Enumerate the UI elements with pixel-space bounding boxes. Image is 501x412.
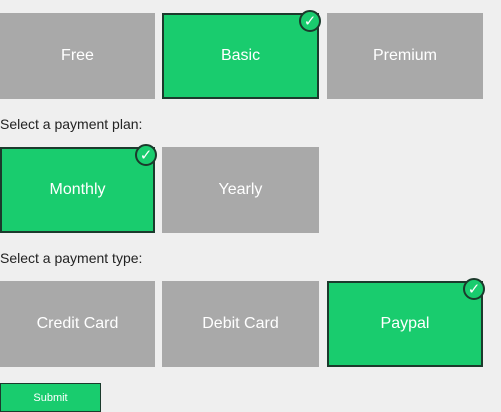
type-option-paypal[interactable]: Paypal xyxy=(327,281,483,367)
plan-option-yearly-label: Yearly xyxy=(218,181,263,198)
type-option-credit-card-label: Credit Card xyxy=(36,315,119,332)
type-option-paypal-label: Paypal xyxy=(380,315,430,332)
tier-option-free[interactable]: Free xyxy=(0,13,155,99)
check-icon: ✓ xyxy=(463,278,485,300)
tier-option-basic[interactable]: Basic xyxy=(162,13,319,99)
check-icon: ✓ xyxy=(135,144,157,166)
tier-option-premium-label: Premium xyxy=(372,47,437,64)
plan-option-monthly-label: Monthly xyxy=(49,181,106,198)
plan-option-yearly[interactable]: Yearly xyxy=(162,147,319,233)
submit-button[interactable]: Submit xyxy=(0,383,101,412)
type-option-credit-card[interactable]: Credit Card xyxy=(0,281,155,367)
tier-option-free-label: Free xyxy=(61,47,94,64)
payment-type-label: Select a payment type: xyxy=(0,250,143,266)
check-icon: ✓ xyxy=(299,10,321,32)
type-option-debit-card-label: Debit Card xyxy=(202,315,279,332)
type-option-debit-card[interactable]: Debit Card xyxy=(162,281,319,367)
tier-option-premium[interactable]: Premium xyxy=(327,13,483,99)
tier-option-basic-label: Basic xyxy=(220,47,261,64)
plan-option-monthly[interactable]: Monthly xyxy=(0,147,155,233)
payment-plan-label: Select a payment plan: xyxy=(0,116,143,132)
